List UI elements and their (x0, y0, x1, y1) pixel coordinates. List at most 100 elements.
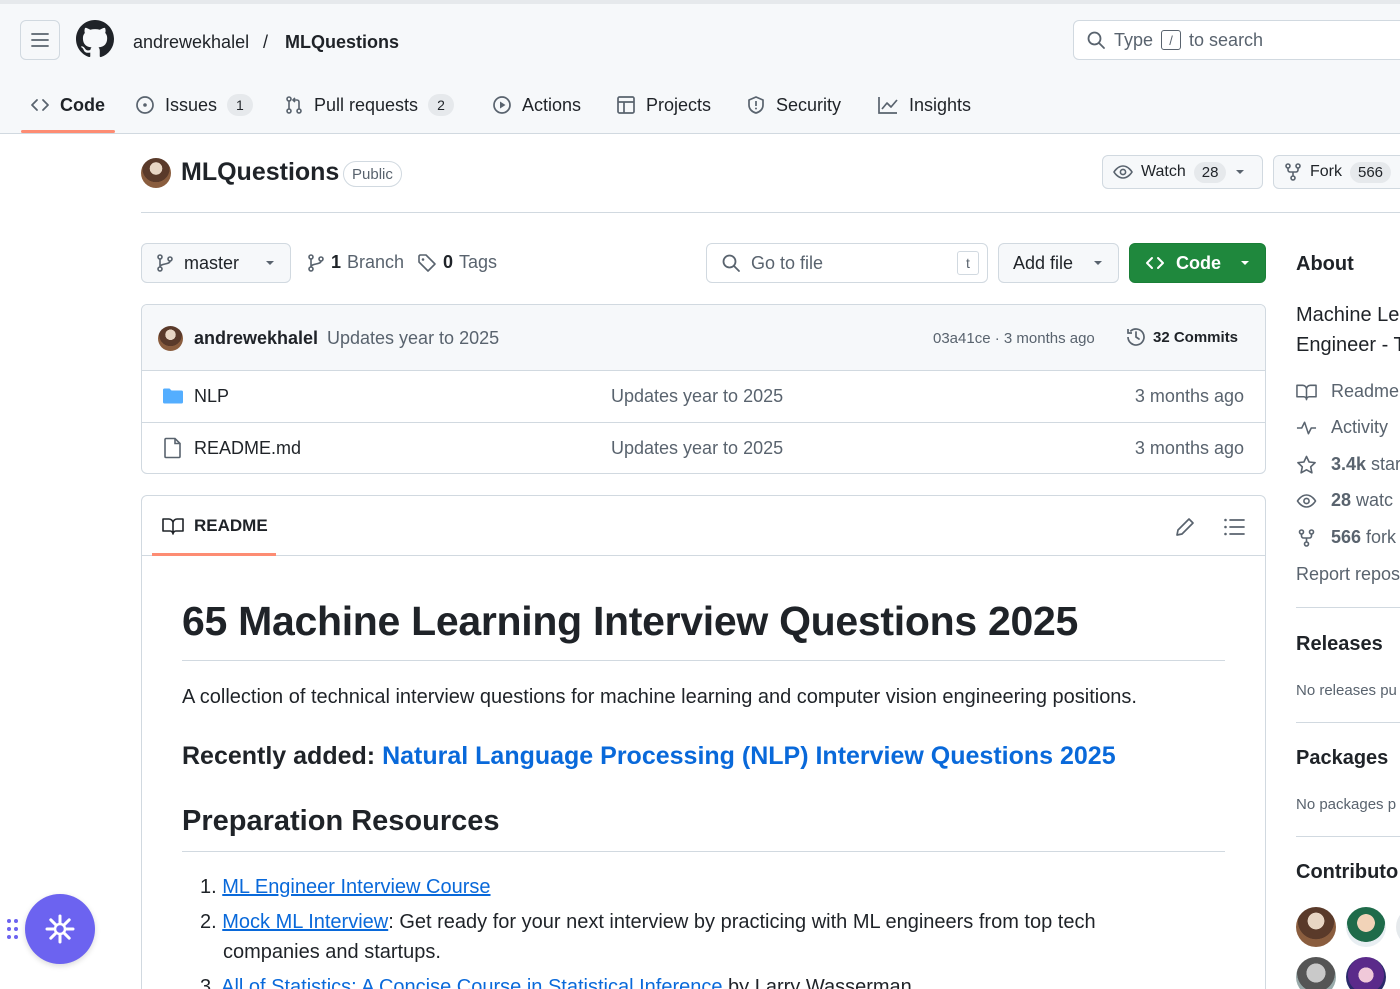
commit-sha-time[interactable]: 03a41ce · 3 months ago (933, 330, 1095, 347)
breadcrumb-repo[interactable]: MLQuestions (285, 32, 399, 53)
watch-button[interactable]: Watch 28 (1102, 155, 1263, 189)
search-prefix: Type (1114, 29, 1154, 50)
resource-item: 1. ML Engineer Interview Course (200, 872, 491, 902)
resource-link[interactable]: ML Engineer Interview Course (222, 876, 490, 898)
tags-count: 0 (443, 252, 454, 272)
file-commit-message[interactable]: Updates year to 2025 (611, 438, 783, 459)
owner-avatar[interactable] (141, 158, 171, 188)
issues-count-badge: 1 (227, 94, 253, 116)
search-shortcut-key: / (1161, 30, 1182, 50)
contributor-avatar[interactable] (1296, 907, 1336, 947)
readme-panel: README 65 Machine Learning Interview Que… (141, 495, 1266, 989)
tab-insights[interactable]: Insights (867, 80, 981, 130)
tab-security[interactable]: Security (736, 80, 851, 130)
commits-link[interactable]: 32 Commits (1125, 326, 1238, 348)
book-icon (162, 516, 184, 536)
contributor-avatar[interactable] (1346, 957, 1386, 989)
forks-link[interactable]: 566 fork (1296, 527, 1396, 548)
graph-icon (877, 95, 899, 115)
item-number: 2. (200, 911, 217, 933)
report-repository-link[interactable]: Report repos (1296, 564, 1400, 585)
file-commit-message[interactable]: Updates year to 2025 (611, 386, 783, 407)
contributor-avatar[interactable] (1346, 907, 1386, 947)
tab-code[interactable]: Code (20, 80, 115, 130)
packages-heading[interactable]: Packages (1296, 747, 1388, 770)
search-input[interactable]: Type / to search (1073, 20, 1400, 60)
add-file-button[interactable]: Add file (998, 243, 1119, 283)
commit-author-avatar[interactable] (158, 326, 183, 351)
tab-label: Pull requests (314, 94, 419, 115)
pencil-icon[interactable] (1174, 516, 1196, 538)
table-icon (616, 95, 636, 115)
forks-count: 566 (1331, 527, 1362, 547)
readme-intro: A collection of technical interview ques… (182, 686, 1137, 708)
activity-link[interactable]: Activity (1296, 417, 1388, 438)
releases-heading[interactable]: Releases (1296, 633, 1383, 656)
branch-icon (307, 253, 325, 273)
tab-issues[interactable]: Issues 1 (125, 80, 263, 130)
code-icon (30, 95, 50, 115)
eye-icon (1113, 162, 1133, 182)
history-icon (1125, 326, 1147, 348)
readme-link-label: Readme (1331, 381, 1400, 401)
fork-icon (1284, 162, 1302, 182)
stars-link[interactable]: 3.4k star (1296, 454, 1400, 475)
readme-title: 65 Machine Learning Interview Questions … (182, 598, 1078, 644)
drag-handle-icon[interactable] (6, 918, 20, 940)
contributor-avatar[interactable] (1396, 907, 1400, 947)
file-name[interactable]: NLP (194, 386, 229, 407)
repo-title: MLQuestions (181, 158, 340, 186)
commits-count: 32 Commits (1153, 328, 1239, 346)
about-description-line: Engineer - T (1296, 334, 1400, 356)
tab-pull-requests[interactable]: Pull requests 2 (274, 80, 464, 130)
breadcrumb-separator: / (263, 32, 269, 52)
resource-link[interactable]: All of Statistics: A Concise Course in S… (221, 976, 722, 989)
file-row[interactable]: README.md Updates year to 2025 3 months … (142, 423, 1265, 473)
forks-label: fork (1361, 527, 1397, 547)
heading-rule (182, 851, 1225, 852)
tags-link[interactable]: 0 Tags (417, 252, 497, 273)
nlp-questions-link[interactable]: Natural Language Processing (NLP) Interv… (382, 742, 1116, 770)
play-icon (492, 95, 512, 115)
watchers-link[interactable]: 28 watc (1296, 490, 1393, 511)
item-number: 3. (200, 976, 217, 989)
tab-projects[interactable]: Projects (606, 80, 721, 130)
commit-message[interactable]: Updates year to 2025 (327, 328, 499, 349)
contributors-heading[interactable]: Contributo (1296, 861, 1398, 884)
tag-icon (417, 253, 437, 273)
github-logo-icon[interactable] (76, 20, 116, 60)
breadcrumb-owner[interactable]: andrewekhalel (133, 32, 249, 53)
title-divider (141, 212, 1400, 213)
pull-requests-count-badge: 2 (428, 94, 454, 116)
file-row[interactable]: NLP Updates year to 2025 3 months ago (142, 371, 1265, 423)
tab-actions[interactable]: Actions (482, 80, 591, 130)
resource-description-cont: companies and startups. (223, 941, 441, 963)
go-to-file-input[interactable]: Go to file t (706, 243, 988, 283)
fork-button[interactable]: Fork 566 (1273, 155, 1400, 189)
watch-label: Watch (1141, 163, 1186, 180)
shield-icon (746, 95, 766, 115)
tags-label: Tags (459, 252, 498, 272)
assistant-widget-button[interactable] (25, 894, 95, 964)
readme-tab[interactable]: README (162, 516, 268, 536)
outline-list-icon[interactable] (1223, 517, 1245, 537)
contributor-avatar[interactable] (1296, 957, 1336, 989)
branch-select-button[interactable]: master (141, 243, 291, 283)
branches-label: Branch (347, 252, 405, 272)
readme-link[interactable]: Readme (1296, 381, 1399, 402)
resource-item: 3. All of Statistics: A Concise Course i… (200, 972, 912, 989)
menu-button[interactable] (20, 20, 60, 60)
search-suffix: to search (1189, 29, 1264, 50)
commit-author[interactable]: andrewekhalel (194, 328, 318, 349)
watchers-label: watc (1351, 490, 1394, 510)
tab-label: Actions (522, 94, 582, 115)
tab-label: Projects (646, 94, 712, 115)
eye-icon (1296, 491, 1317, 511)
branches-link[interactable]: 1 Branch (307, 252, 404, 273)
resource-link[interactable]: Mock ML Interview (222, 911, 388, 933)
readme-header: README (142, 496, 1265, 556)
sparkle-icon (44, 913, 76, 945)
fork-icon (1296, 528, 1317, 548)
code-button[interactable]: Code (1129, 243, 1266, 283)
file-name[interactable]: README.md (194, 438, 301, 459)
